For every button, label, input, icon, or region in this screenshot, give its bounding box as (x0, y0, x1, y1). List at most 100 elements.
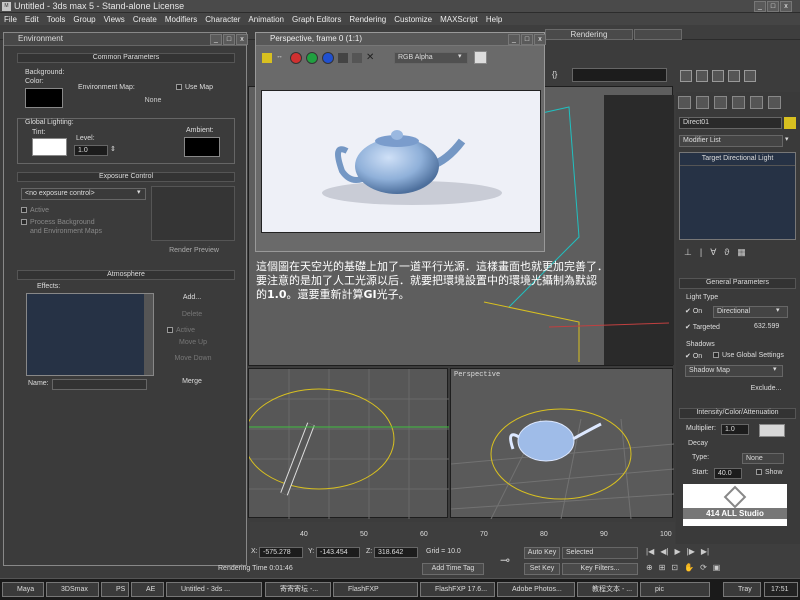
key-filters-button[interactable]: Key Filters... (562, 563, 638, 575)
background-color-swatch[interactable] (25, 88, 63, 108)
taskbar-item[interactable]: 3DSmax (46, 582, 99, 597)
move-down-button[interactable]: Move Down (170, 354, 216, 366)
show-end-result-icon[interactable]: | (700, 247, 702, 259)
close-icon[interactable]: x (780, 1, 792, 12)
channel-select[interactable]: RGB Alpha (394, 52, 468, 64)
clone-icon[interactable]: ↔ (276, 53, 286, 63)
modifier-stack[interactable]: Target Directional Light (679, 152, 796, 240)
render-preview-button[interactable]: Render Preview (154, 246, 234, 258)
env-maximize-icon[interactable]: □ (223, 34, 235, 45)
track-bar[interactable]: 40 50 60 70 80 90 100 (250, 522, 675, 544)
set-key-button[interactable]: Set Key (524, 563, 560, 575)
add-effect-button[interactable]: Add... (172, 293, 212, 305)
taskbar-item[interactable]: Untitled - 3ds ... (166, 582, 262, 597)
exclude-button[interactable]: Exclude... (746, 384, 786, 396)
taskbar-item[interactable]: AE (131, 582, 164, 597)
use-map-checkbox[interactable]: Use Map (176, 84, 213, 91)
effects-list[interactable] (26, 293, 154, 376)
named-selection-field[interactable] (572, 68, 667, 82)
effect-active-checkbox[interactable]: Active (167, 327, 195, 334)
atmosphere-rollout[interactable]: Atmosphere (17, 270, 235, 280)
taskbar-item[interactable]: FlashFXP (333, 582, 418, 597)
exposure-rollout[interactable]: Exposure Control (17, 172, 235, 182)
create-tab-icon[interactable] (678, 96, 691, 109)
tab-rendering[interactable]: Rendering (545, 29, 633, 40)
render-maximize-icon[interactable]: □ (521, 34, 533, 45)
key-selection-select[interactable]: Selected (562, 547, 638, 559)
shadow-type-dropdown-icon[interactable]: ▾ (773, 365, 777, 373)
common-params-rollout[interactable]: Common Parameters (17, 53, 235, 63)
modifier-list-select[interactable]: Modifier List (679, 135, 783, 147)
hierarchy-tab-icon[interactable] (714, 96, 727, 109)
object-color-swatch[interactable] (784, 117, 796, 129)
play-icon[interactable]: ▶ (674, 547, 680, 559)
merge-button[interactable]: Merge (172, 377, 212, 389)
process-bg-checkbox[interactable]: Process Background (21, 219, 95, 226)
level-spinner[interactable]: 1.0 (74, 145, 108, 156)
taskbar-item[interactable]: 寄寄寄坛 -... (265, 582, 331, 597)
multiplier-spinner[interactable]: 1.0 (721, 424, 749, 435)
tab-blank[interactable] (634, 29, 682, 40)
motion-tab-icon[interactable] (732, 96, 745, 109)
auto-key-button[interactable]: Auto Key (524, 547, 560, 559)
make-unique-icon[interactable]: ∀ (710, 247, 716, 259)
start-spinner[interactable]: 40.0 (714, 468, 742, 479)
use-global-checkbox[interactable]: Use Global Settings (713, 352, 784, 359)
general-params-rollout[interactable]: General Parameters (679, 278, 796, 289)
save-image-icon[interactable] (262, 53, 272, 63)
active-shade-icon[interactable] (744, 70, 756, 82)
exposure-select[interactable]: <no exposure control> (21, 188, 146, 200)
taskbar-item[interactable]: FlashFXP 17.6... (420, 582, 495, 597)
quick-render-icon[interactable] (712, 70, 724, 82)
menu-item-file[interactable]: File (0, 15, 21, 24)
effects-scrollbar[interactable] (144, 294, 153, 375)
maximize-viewport-icon[interactable]: ▣ (713, 563, 721, 575)
tint-color-swatch[interactable] (32, 138, 67, 156)
viewport-perspective[interactable]: Perspective (450, 368, 675, 520)
menu-item-group[interactable]: Group (69, 15, 99, 24)
arc-rotate-icon[interactable]: ⟳ (700, 563, 707, 575)
menu-item-create[interactable]: Create (129, 15, 161, 24)
taskbar-item[interactable]: pic (640, 582, 710, 597)
light-type-dropdown-icon[interactable]: ▾ (776, 306, 780, 314)
taskbar-item[interactable]: 教程文本 - ... (577, 582, 638, 597)
add-time-tag-button[interactable]: Add Time Tag (422, 563, 484, 575)
y-coord-field[interactable]: -143.454 (316, 547, 360, 558)
zoom-extents-icon[interactable]: ⊡ (671, 563, 678, 575)
green-channel-icon[interactable] (306, 52, 318, 64)
targeted-checkbox[interactable]: ✔ Targeted (685, 323, 720, 331)
x-coord-field[interactable]: -575.278 (259, 547, 303, 558)
render-close-icon[interactable]: x (534, 34, 546, 45)
clear-icon[interactable]: ✕ (366, 53, 376, 63)
shadows-on-checkbox[interactable]: ✔ On (685, 352, 702, 360)
next-frame-icon[interactable]: |▶ (687, 547, 695, 559)
light-color-swatch[interactable] (759, 424, 785, 437)
red-channel-icon[interactable] (290, 52, 302, 64)
menu-item-customize[interactable]: Customize (390, 15, 436, 24)
zoom-all-icon[interactable]: ⊞ (659, 563, 666, 575)
object-name-field[interactable]: Direct01 (679, 117, 782, 129)
minimize-icon[interactable]: _ (754, 1, 766, 12)
move-up-button[interactable]: Move Up (172, 338, 214, 350)
modify-tab-icon[interactable] (696, 96, 709, 109)
active-checkbox[interactable]: Active (21, 207, 49, 214)
menu-item-tools[interactable]: Tools (43, 15, 70, 24)
viewport-front[interactable] (243, 368, 449, 519)
modifier-list-dropdown-icon[interactable]: ▾ (785, 135, 789, 143)
zoom-icon[interactable]: ⊕ (646, 563, 653, 575)
menu-item-rendering[interactable]: Rendering (345, 15, 390, 24)
mono-icon[interactable] (352, 53, 362, 63)
z-coord-field[interactable]: 318.642 (374, 547, 418, 558)
display-tab-icon[interactable] (750, 96, 763, 109)
intensity-rollout[interactable]: Intensity/Color/Attenuation (679, 408, 796, 419)
render-scene-icon[interactable] (696, 70, 708, 82)
blue-channel-icon[interactable] (322, 52, 334, 64)
menu-item-views[interactable]: Views (100, 15, 129, 24)
shadow-type-select[interactable]: Shadow Map (685, 365, 783, 377)
stack-item-directional-light[interactable]: Target Directional Light (680, 153, 795, 166)
effect-name-field[interactable] (52, 379, 147, 390)
remove-modifier-icon[interactable]: ϑ (724, 247, 729, 259)
menu-item-help[interactable]: Help (482, 15, 506, 24)
render-minimize-icon[interactable]: _ (508, 34, 520, 45)
menu-item-graph-editors[interactable]: Graph Editors (288, 15, 345, 24)
